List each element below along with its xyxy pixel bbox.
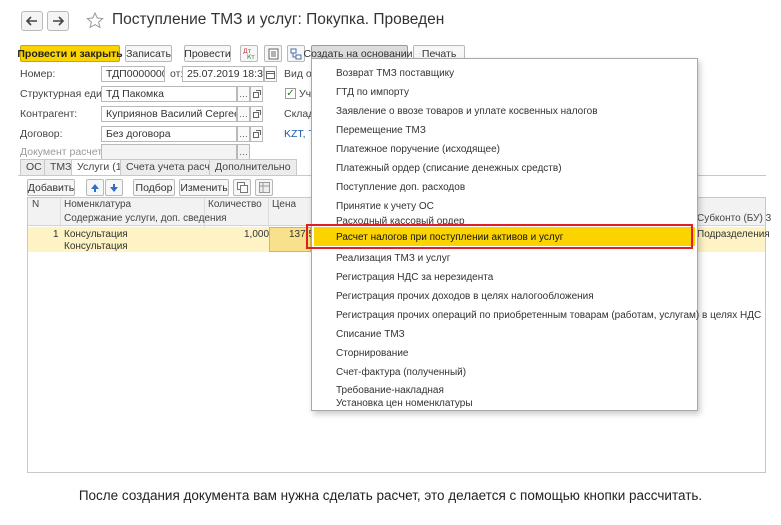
column-n: N <box>32 199 40 210</box>
menu-item[interactable]: Принятие к учету ОС <box>336 201 434 212</box>
copy-button[interactable] <box>233 179 251 196</box>
menu-item[interactable]: Поступление доп. расходов <box>336 182 465 193</box>
annotation-highlight-box <box>306 224 693 249</box>
menu-item[interactable]: Требование-накладная <box>336 385 444 396</box>
row-subconto: Подразделения <box>697 229 770 240</box>
column-quantity: Количество <box>208 199 262 210</box>
forward-button[interactable] <box>47 11 69 31</box>
structural-unit-field[interactable]: ТД Пакомка <box>101 86 237 102</box>
contract-open-button[interactable] <box>250 126 263 142</box>
number-field[interactable]: ТДП00000001 <box>101 66 165 82</box>
report-button[interactable] <box>264 45 282 62</box>
delete-button[interactable] <box>255 179 273 196</box>
counterparty-select-button[interactable]: … <box>237 106 250 122</box>
settlement-document-select-button: … <box>237 144 250 160</box>
warehouse-label: Склад <box>284 108 315 120</box>
number-label: Номер: <box>20 68 56 80</box>
open-icon <box>252 130 261 138</box>
favorite-star-button[interactable] <box>86 11 104 32</box>
arrow-up-icon <box>91 183 99 192</box>
menu-item[interactable]: Регистрация прочих операций по приобрете… <box>336 310 761 321</box>
menu-item[interactable]: Перемещение ТМЗ <box>336 125 426 136</box>
caption-text: После создания документа вам нужна сдела… <box>78 488 703 503</box>
structure-button[interactable] <box>287 45 305 62</box>
column-content: Содержание услуги, доп. сведения <box>64 213 227 224</box>
date-field[interactable]: 25.07.2019 18:39:13 <box>182 66 264 82</box>
menu-item[interactable]: Возврат ТМЗ поставщику <box>336 68 454 79</box>
accounting-checkbox[interactable]: ✓ <box>285 88 296 99</box>
column-nomenclature: Номенклатура <box>64 199 132 210</box>
copy-icon <box>236 182 248 193</box>
svg-text:Кт: Кт <box>247 54 255 60</box>
column-subconto-3: Субконто (БУ) 3 <box>697 213 772 224</box>
tab-additional[interactable]: Дополнительно <box>209 159 297 175</box>
row-nomenclature: Консультация <box>64 229 128 240</box>
arrow-right-icon <box>53 16 64 26</box>
counterparty-label: Контрагент: <box>20 108 78 120</box>
dt-kt-button[interactable]: Дт Кт <box>240 45 258 62</box>
chevron-down-icon <box>458 53 459 54</box>
document-list-icon <box>268 48 278 59</box>
back-button[interactable] <box>21 11 43 31</box>
grid-delete-icon <box>258 182 270 193</box>
star-icon <box>86 11 104 29</box>
menu-item[interactable]: Сторнирование <box>336 348 408 359</box>
counterparty-open-button[interactable] <box>250 106 263 122</box>
column-price: Цена <box>272 199 297 210</box>
printer-icon <box>419 53 420 54</box>
structural-unit-select-button[interactable]: … <box>237 86 250 102</box>
menu-item[interactable]: Регистрация НДС за нерезидента <box>336 272 493 283</box>
arrow-down-icon <box>110 183 118 192</box>
save-button[interactable]: Записать <box>125 45 172 62</box>
calendar-icon <box>266 70 275 79</box>
menu-item[interactable]: Счет-фактура (полученный) <box>336 367 466 378</box>
calendar-button[interactable] <box>264 66 277 82</box>
open-icon <box>252 90 261 98</box>
arrow-left-icon <box>26 16 37 26</box>
hierarchy-icon <box>290 48 302 59</box>
menu-item[interactable]: Заявление о ввозе товаров и уплате косве… <box>336 106 598 117</box>
menu-item[interactable]: Установка цен номенклатуры <box>336 398 473 409</box>
move-up-button[interactable] <box>86 179 104 196</box>
add-button[interactable]: Добавить <box>27 179 75 196</box>
contract-label: Договор: <box>20 128 63 140</box>
post-button[interactable]: Провести <box>184 45 231 62</box>
menu-item[interactable]: Реализация ТМЗ и услуг <box>336 253 450 264</box>
menu-item[interactable]: Списание ТМЗ <box>336 329 405 340</box>
select-button[interactable]: Подбор <box>133 179 175 196</box>
move-down-button[interactable] <box>105 179 123 196</box>
change-button[interactable]: Изменить <box>179 179 229 196</box>
structural-unit-open-button[interactable] <box>250 86 263 102</box>
contract-select-button[interactable]: … <box>237 126 250 142</box>
open-icon <box>252 110 261 118</box>
menu-item[interactable]: ГТД по импорту <box>336 87 409 98</box>
contract-field[interactable]: Без договора <box>101 126 237 142</box>
window-title: Поступление ТМЗ и услуг: Покупка. Провед… <box>112 11 445 28</box>
menu-item[interactable]: Платежное поручение (исходящее) <box>336 144 500 155</box>
row-quantity: 1,000 <box>244 229 270 240</box>
row-number: 1 <box>53 229 59 240</box>
dt-kt-icon: ДтКт <box>243 48 255 60</box>
menu-item[interactable]: Регистрация прочих доходов в целях налог… <box>336 291 594 302</box>
menu-item[interactable]: Платежный ордер (списание денежных средс… <box>336 163 562 174</box>
row-content: Консультация <box>64 241 128 252</box>
counterparty-field[interactable]: Куприянов Василий Сергеевич <box>101 106 237 122</box>
post-and-close-button[interactable]: Провести и закрыть <box>17 45 123 62</box>
settlement-document-field <box>101 144 237 160</box>
